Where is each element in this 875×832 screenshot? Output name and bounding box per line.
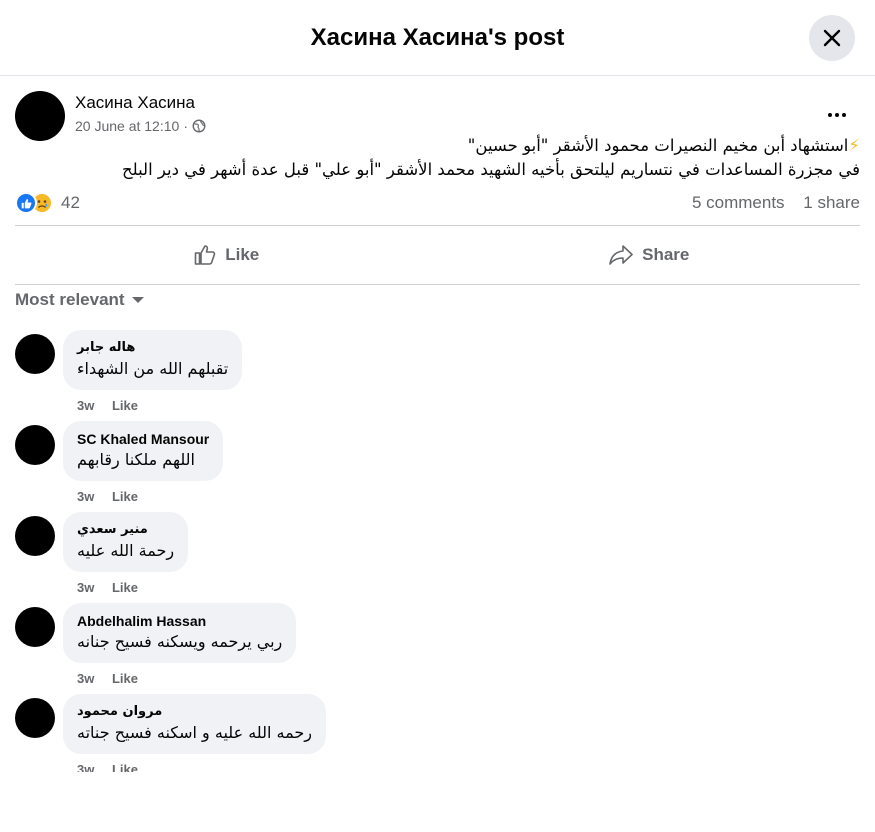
sort-label: Most relevant [15,290,125,309]
comment-item: SC Khaled Mansour اللهم ملكنا رقابهم 3w … [15,421,860,512]
comment-like-button[interactable]: Like [112,762,138,772]
comment-meta: 3w Like [77,398,152,413]
post-meta: 20 June at 12:10 · [75,118,206,134]
more-options-button[interactable] [821,99,853,131]
commenter-name[interactable]: SC Khaled Mansour [77,430,209,448]
reactions-summary[interactable]: 42 [15,192,80,214]
comment-item: هاله جابر تقبلهم الله من الشهداء 3w Like [15,330,860,421]
lightning-icon: ⚡ [848,136,860,155]
commenter-name[interactable]: هاله جابر [77,339,228,357]
comment-bubble: Abdelhalim Hassan ربي يرحمه ويسكنه فسيح … [63,603,297,663]
reaction-count: 42 [61,193,80,212]
comments-count-link[interactable]: 5 comments [692,193,785,212]
comment-bubble: SC Khaled Mansour اللهم ملكنا رقابهم [63,421,224,481]
comment-time[interactable]: 3w [77,671,94,686]
dialog-header: Хасина Хасина's post [0,0,875,76]
comment-time[interactable]: 3w [77,580,94,595]
share-button-label: Share [642,245,690,264]
comment-text: رحمة الله عليه [77,541,175,560]
post-actions: Like Share [15,225,860,285]
post-dialog: Хасина Хасина's post Хасина Хасина 20 Ju… [0,0,875,832]
thumbs-up-icon [194,245,216,265]
commenter-avatar[interactable] [15,516,55,556]
engagement-counts: 5 comments 1 share [678,193,860,213]
comment-item: Abdelhalim Hassan ربي يرحمه ويسكنه فسيح … [15,603,860,694]
comments-list: هاله جابر تقبلهم الله من الشهداء 3w Like… [15,330,860,772]
comment-text: اللهم ملكنا رقابهم [77,450,195,469]
comment-bubble: هاله جابر تقبلهم الله من الشهداء [63,330,243,390]
commenter-name[interactable]: منير سعدي [77,521,174,539]
commenter-avatar[interactable] [15,425,55,465]
caret-down-icon [131,297,144,303]
comment-like-button[interactable]: Like [112,398,138,413]
comment-text: ربي يرحمه ويسكنه فسيح جنانه [77,632,283,651]
share-button[interactable]: Share [438,226,861,284]
comment-bubble: مروان محمود رحمه الله عليه و اسكنه فسيح … [63,694,326,754]
post-text-line-1: ⚡استشهاد أبن مخيم النصيرات محمود الأشقر … [15,134,860,158]
comment-meta: 3w Like [77,489,152,504]
comment-bubble: منير سعدي رحمة الله عليه [63,512,189,572]
more-dot-icon [842,113,846,117]
comment-text: تقبلهم الله من الشهداء [77,359,229,378]
comment-meta: 3w Like [77,762,152,772]
comment-like-button[interactable]: Like [112,580,138,595]
like-icon [15,192,37,214]
commenter-avatar[interactable] [15,607,55,647]
comment-text: رحمه الله عليه و اسكنه فسيح جناته [77,723,312,742]
close-button[interactable] [809,15,855,61]
shares-count-link[interactable]: 1 share [803,193,860,212]
close-icon [823,29,841,47]
globe-icon [192,119,206,133]
comment-item: مروان محمود رحمه الله عليه و اسكنه فسيح … [15,694,860,772]
comment-sort-dropdown[interactable]: Most relevant [15,290,145,310]
like-button-label: Like [225,245,260,264]
post-timestamp[interactable]: 20 June at 12:10 [75,118,179,134]
comment-time[interactable]: 3w [77,762,94,772]
commenter-avatar[interactable] [15,334,55,374]
more-dot-icon [835,113,839,117]
comment-item: منير سعدي رحمة الله عليه 3w Like [15,512,860,603]
comment-time[interactable]: 3w [77,398,94,413]
post-text-line-2: في مجزرة المساعدات في نتساريم ليلتحق بأخ… [121,160,860,179]
post-text-line-1-content: استشهاد أبن مخيم النصيرات محمود الأشقر "… [467,136,849,155]
dialog-title: Хасина Хасина's post [310,23,565,51]
comment-like-button[interactable]: Like [112,671,138,686]
comment-meta: 3w Like [77,671,152,686]
share-arrow-icon [609,245,633,265]
comment-meta: 3w Like [77,580,152,595]
comment-like-button[interactable]: Like [112,489,138,504]
post-text: ⚡استشهاد أبن مخيم النصيرات محمود الأشقر … [15,134,860,182]
commenter-name[interactable]: مروان محمود [77,703,312,721]
like-button[interactable]: Like [15,226,438,284]
comment-time[interactable]: 3w [77,489,94,504]
commenter-name[interactable]: Abdelhalim Hassan [77,612,282,630]
author-name[interactable]: Хасина Хасина [75,93,195,113]
more-dot-icon [828,113,832,117]
post-stats: 42 5 comments 1 share [15,190,860,220]
commenter-avatar[interactable] [15,698,55,738]
meta-separator: · [183,118,188,134]
